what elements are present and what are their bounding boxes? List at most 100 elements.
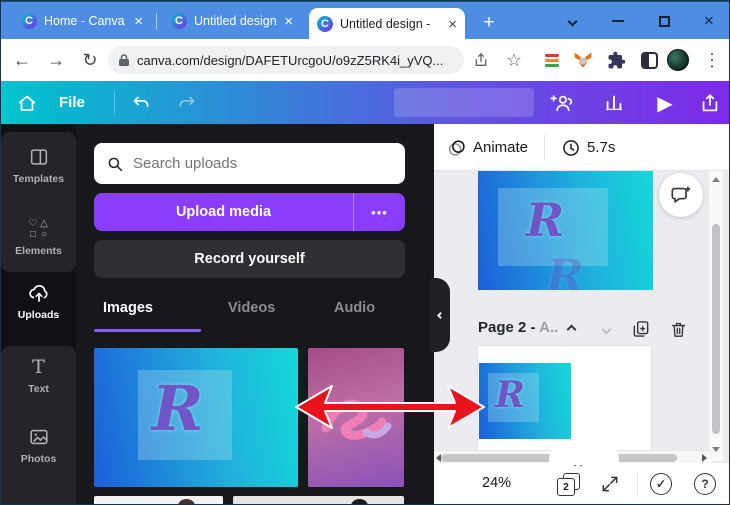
reload-icon: ↻ — [82, 49, 98, 70]
tab-home-canva[interactable]: C Home - Canva × — [13, 2, 151, 40]
uploaded-image-person-2[interactable] — [233, 496, 404, 504]
new-tab-button[interactable]: + — [477, 11, 501, 35]
tab-videos[interactable]: Videos — [228, 300, 275, 316]
redo-button[interactable] — [174, 91, 198, 115]
uploaded-image-r-logo[interactable]: R — [94, 348, 298, 487]
tab-images[interactable]: Images — [103, 300, 153, 316]
file-menu-button[interactable]: File — [59, 94, 85, 111]
maximize-button[interactable] — [647, 2, 681, 40]
sidebar-item-text[interactable]: T Text — [1, 356, 76, 395]
animate-icon — [448, 140, 465, 156]
search-input[interactable] — [133, 155, 393, 172]
canva-favicon-icon: C — [21, 13, 37, 29]
share-design-button[interactable] — [697, 90, 723, 116]
page-2-title[interactable]: Page 2 - A.. — [478, 319, 558, 336]
add-comment-button[interactable] — [659, 173, 703, 217]
extension-colored-bars-icon[interactable] — [541, 49, 563, 71]
close-icon[interactable]: × — [448, 17, 457, 32]
chevron-left-icon — [436, 311, 444, 319]
design-check-button[interactable]: ✓ — [650, 473, 672, 495]
sidebar-item-uploads[interactable]: Uploads — [1, 282, 76, 321]
trash-icon — [671, 322, 685, 337]
extension-metamask-icon[interactable] — [572, 49, 594, 71]
scroll-up-icon[interactable] — [712, 177, 720, 182]
check-circle-icon: ✓ — [650, 473, 672, 495]
upload-more-options-button[interactable]: ••• — [353, 193, 405, 231]
extensions-menu-button[interactable] — [605, 49, 627, 71]
design-title-field[interactable] — [394, 88, 534, 117]
tab-title: Untitled design - — [194, 14, 278, 28]
tab-audio[interactable]: Audio — [334, 300, 375, 316]
close-icon[interactable]: × — [134, 14, 143, 29]
upload-media-button[interactable]: Upload media ••• — [94, 193, 405, 231]
extension-darkreader-icon[interactable] — [638, 49, 660, 71]
tab-untitled-design-2-active[interactable]: C Untitled design - × — [309, 8, 465, 40]
canva-favicon-icon: C — [317, 16, 333, 32]
insights-button[interactable] — [601, 91, 627, 115]
zoom-level[interactable]: 24% — [482, 475, 511, 491]
animate-label[interactable]: Animate — [473, 139, 528, 156]
animate-button[interactable] — [446, 137, 468, 164]
pages-icon: 2 — [557, 473, 583, 497]
pages-view-button[interactable]: 2 — [557, 473, 583, 497]
undo-button[interactable] — [129, 91, 153, 115]
reload-button[interactable]: ↻ — [77, 39, 103, 81]
present-button[interactable]: ▶ — [652, 90, 678, 116]
upload-cloud-icon — [28, 285, 48, 302]
sidebar-item-templates[interactable]: Templates — [1, 146, 76, 185]
toolbar-divider — [114, 90, 115, 115]
panel-collapse-handle[interactable] — [430, 278, 450, 352]
sidebar-item-elements[interactable]: ♡ △ □ ○ Elements — [1, 218, 76, 257]
profile-avatar[interactable] — [667, 49, 689, 71]
minimize-button[interactable] — [601, 2, 635, 40]
heart-glyph: ♡ — [28, 218, 38, 229]
r-logo-letter-ghost: R — [546, 249, 585, 290]
page-2-canvas[interactable]: R — [478, 346, 651, 450]
back-button[interactable]: ← — [9, 39, 35, 81]
uploaded-image-person-1[interactable] — [94, 496, 223, 504]
tab-untitled-design-1[interactable]: C Untitled design - × — [163, 2, 301, 40]
editor-toolbar: File ▶ — [1, 81, 729, 124]
placed-image-page-2[interactable]: R — [479, 363, 571, 439]
move-page-down-button[interactable] — [595, 318, 617, 340]
search-icon — [108, 157, 123, 171]
maximize-icon — [658, 15, 670, 27]
invite-members-button[interactable] — [548, 90, 576, 116]
question-icon: ? — [701, 477, 709, 491]
bookmark-button[interactable]: ☆ — [501, 39, 527, 81]
active-tab-underline — [94, 329, 201, 332]
forward-button[interactable]: → — [43, 39, 69, 81]
close-icon: × — [704, 11, 714, 30]
sidebar-item-photos[interactable]: Photos — [1, 426, 76, 465]
share-page-button[interactable] — [469, 39, 493, 81]
help-button[interactable]: ? — [694, 473, 716, 495]
record-yourself-button[interactable]: Record yourself — [94, 240, 405, 278]
canva-favicon-icon: C — [171, 13, 187, 29]
r-logo-letter: R — [152, 372, 204, 445]
page-1-thumbnail[interactable]: R R — [478, 171, 653, 290]
page-2-title-text: Page 2 - — [478, 319, 536, 336]
statusbar-expand-notch[interactable] — [549, 445, 619, 465]
scroll-right-icon[interactable] — [702, 454, 707, 462]
tab-search-button[interactable] — [555, 2, 589, 40]
chevron-down-icon — [601, 324, 611, 334]
fullscreen-button[interactable] — [600, 474, 620, 494]
scroll-down-icon[interactable] — [712, 447, 720, 452]
close-icon[interactable]: × — [284, 14, 293, 29]
add-people-icon — [550, 95, 573, 112]
move-page-up-button[interactable] — [560, 318, 582, 340]
delete-page-button[interactable] — [667, 318, 689, 340]
page-2-title-placeholder: A.. — [539, 319, 559, 336]
browser-menu-button[interactable]: ⋮ — [700, 39, 724, 81]
bar-chart-icon — [606, 95, 622, 111]
duplicate-page-button[interactable] — [630, 318, 652, 340]
url-bar[interactable]: canva.com/design/DAFETUrcgoU/o9zZ5RK4i_y… — [108, 46, 464, 74]
sidebar-item-label: Uploads — [17, 309, 60, 321]
window-close-button[interactable]: × — [692, 2, 726, 40]
duration-button[interactable] — [561, 138, 581, 163]
half-filled-square-icon — [640, 51, 658, 69]
home-button[interactable] — [15, 91, 39, 115]
chevron-down-icon — [567, 16, 577, 26]
tab-title: Untitled design - — [340, 17, 431, 31]
browser-window: C Home - Canva × C Untitled design - × C… — [0, 0, 730, 505]
